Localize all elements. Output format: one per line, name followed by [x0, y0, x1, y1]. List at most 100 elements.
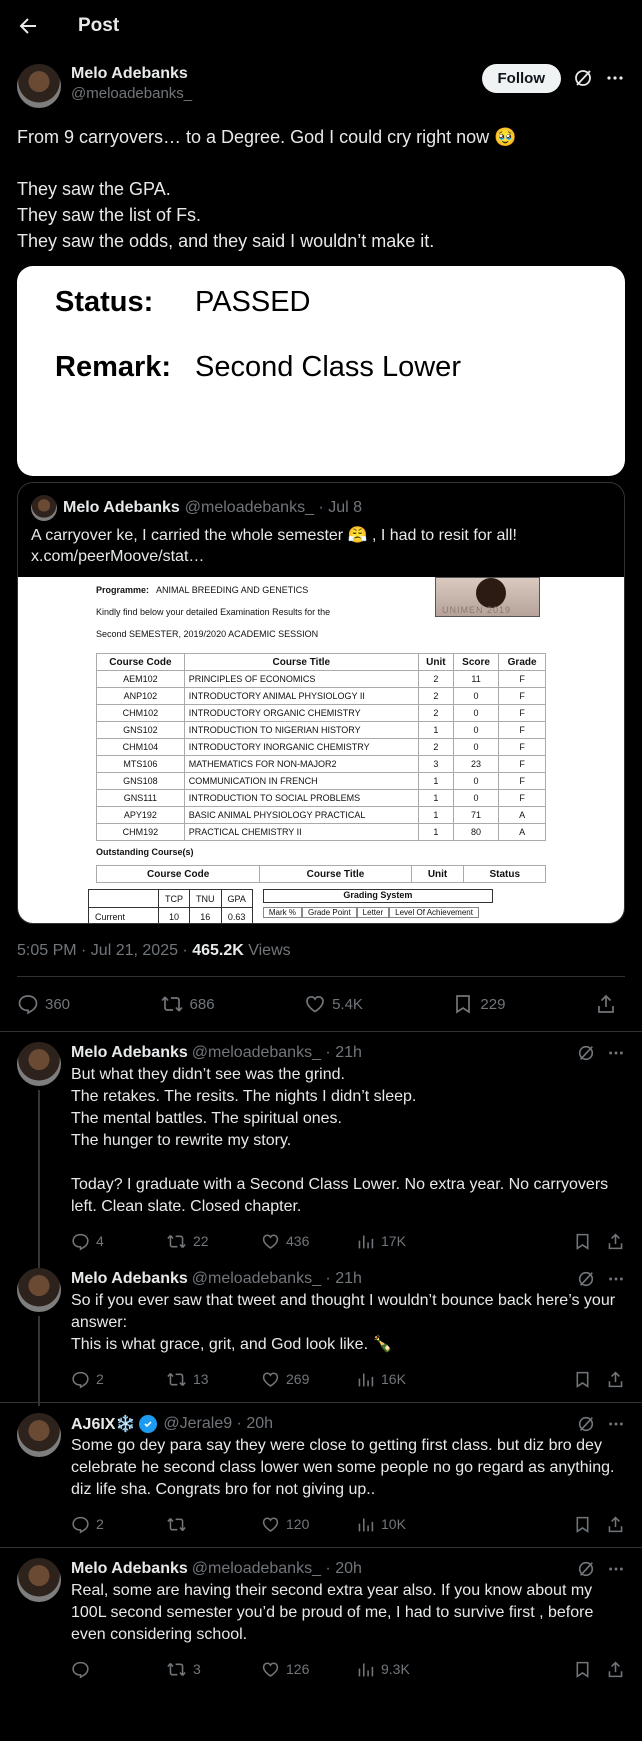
repost-button[interactable]: 13: [166, 1370, 261, 1389]
repost-count: 3: [193, 1661, 201, 1677]
like-count: 269: [286, 1371, 310, 1387]
replies-list: Melo Adebanks @meloadebanks_ · 21h But w…: [0, 1032, 642, 1686]
avatar[interactable]: [17, 1413, 61, 1457]
summary-value: 16: [189, 907, 222, 923]
author-handle[interactable]: @meloadebanks_: [71, 84, 192, 104]
timestamp-text[interactable]: 5:05 PM · Jul 21, 2025 ·: [17, 942, 192, 959]
more-icon[interactable]: [605, 68, 625, 88]
repost-button[interactable]: 3: [166, 1660, 261, 1679]
repost-count: 686: [189, 995, 215, 1013]
post-image[interactable]: Status: PASSED Remark: Second Class Lower: [17, 266, 625, 476]
reply-post[interactable]: Melo Adebanks @meloadebanks_ · 21h So if…: [0, 1258, 642, 1406]
like-icon: [262, 1234, 279, 1249]
like-button[interactable]: 269: [261, 1370, 356, 1389]
reply-author-name[interactable]: Melo Adebanks: [71, 1560, 188, 1578]
reply-meta[interactable]: @meloadebanks_ · 20h: [192, 1560, 362, 1578]
more-icon[interactable]: [607, 1044, 625, 1062]
share-button[interactable]: [595, 993, 623, 1015]
table-cell: 23: [452, 755, 500, 773]
grok-icon[interactable]: [577, 1415, 595, 1433]
grok-icon[interactable]: [577, 1044, 595, 1062]
table-cell: 1: [417, 823, 454, 841]
table-cell: INTRODUCTION TO SOCIAL PROBLEMS: [183, 789, 419, 807]
reply-text: Real, some are having their second extra…: [71, 1582, 594, 1643]
quote-text: A carryover ke, I carried the whole seme…: [31, 527, 517, 565]
table-cell: INTRODUCTION TO NIGERIAN HISTORY: [183, 721, 419, 739]
views-button[interactable]: 10K: [356, 1515, 451, 1534]
results-column-header: Score: [452, 653, 500, 671]
views-icon: [358, 1372, 374, 1386]
views-button[interactable]: 17K: [356, 1232, 451, 1251]
repost-button[interactable]: [166, 1515, 261, 1534]
more-icon[interactable]: [607, 1415, 625, 1433]
programme-label: Programme:: [96, 585, 150, 595]
table-cell: F: [498, 687, 546, 705]
bookmark-icon[interactable]: [573, 1370, 592, 1389]
quoted-post[interactable]: Melo Adebanks @meloadebanks_ · Jul 8 A c…: [17, 482, 625, 924]
back-arrow-icon[interactable]: [16, 14, 40, 38]
reply-button[interactable]: 4: [71, 1232, 166, 1251]
table-row: AEM102 PRINCIPLES OF ECONOMICS 2 11 F: [96, 670, 546, 688]
table-cell: 0: [452, 721, 500, 739]
bookmark-icon[interactable]: [573, 1660, 592, 1679]
repost-button[interactable]: 686: [160, 993, 215, 1015]
reply-icon: [72, 1233, 89, 1251]
views-button[interactable]: 9.3K: [356, 1660, 451, 1679]
reply-icon: [72, 1516, 89, 1534]
reply-post[interactable]: Melo Adebanks @meloadebanks_ · 20h Real,…: [0, 1548, 642, 1686]
reply-button[interactable]: [71, 1660, 166, 1679]
reply-button[interactable]: 2: [71, 1515, 166, 1534]
views-button[interactable]: 16K: [356, 1370, 451, 1389]
more-icon[interactable]: [607, 1560, 625, 1578]
reply-count: 2: [96, 1371, 104, 1387]
reply-post[interactable]: AJ6IX❄️ @Jerale9 · 20h Some go dey para …: [0, 1403, 642, 1541]
author-name[interactable]: Melo Adebanks: [71, 64, 192, 84]
avatar[interactable]: [17, 1558, 61, 1602]
reply-meta[interactable]: @meloadebanks_ · 21h: [192, 1270, 362, 1288]
like-button[interactable]: 126: [261, 1660, 356, 1679]
post-action-bar: 360 686 5.4K 229: [17, 977, 625, 1031]
like-count: 120: [286, 1516, 310, 1532]
table-cell: 0: [452, 687, 500, 705]
post-timestamp: 5:05 PM · Jul 21, 2025 · 465.2K Views: [17, 942, 625, 976]
table-row: CHM192 PRACTICAL CHEMISTRY II 1 80 A: [96, 823, 546, 841]
follow-button[interactable]: Follow: [481, 64, 561, 93]
results-table: Course Code Course Title Unit Score Grade AE…: [96, 653, 546, 841]
bookmark-icon[interactable]: [573, 1515, 592, 1534]
reply-meta[interactable]: @Jerale9 · 20h: [163, 1415, 273, 1433]
like-button[interactable]: 5.4K: [304, 993, 363, 1015]
reply-button[interactable]: 2: [71, 1370, 166, 1389]
reply-author-name[interactable]: Melo Adebanks: [71, 1044, 188, 1062]
more-icon[interactable]: [607, 1270, 625, 1288]
table-row: ANP102 INTRODUCTORY ANIMAL PHYSIOLOGY II 2…: [96, 687, 546, 705]
avatar[interactable]: [17, 1268, 61, 1312]
share-icon[interactable]: [606, 1515, 625, 1534]
avatar[interactable]: [17, 64, 61, 108]
grok-icon[interactable]: [577, 1560, 595, 1578]
grok-icon[interactable]: [573, 68, 593, 88]
bookmark-icon[interactable]: [573, 1232, 592, 1251]
share-icon[interactable]: [606, 1660, 625, 1679]
share-icon[interactable]: [606, 1232, 625, 1251]
reply-button[interactable]: 360: [17, 993, 70, 1015]
table-row: GNS111 INTRODUCTION TO SOCIAL PROBLEMS 1 0 F: [96, 789, 546, 807]
grading-column: Mark %: [262, 907, 302, 918]
like-icon: [262, 1372, 279, 1387]
repost-button[interactable]: 22: [166, 1232, 261, 1251]
repost-count: 22: [193, 1233, 209, 1249]
student-photo: UNIMEN 2019: [435, 577, 540, 617]
bookmark-button[interactable]: 229: [452, 993, 505, 1015]
reply-author-name[interactable]: AJ6IX❄️: [71, 1414, 135, 1434]
grok-icon[interactable]: [577, 1270, 595, 1288]
remark-label: Remark:: [55, 351, 172, 383]
share-icon[interactable]: [606, 1370, 625, 1389]
quote-meta: @meloadebanks_ · Jul 8: [184, 499, 362, 516]
reply-post[interactable]: Melo Adebanks @meloadebanks_ · 21h But w…: [0, 1032, 642, 1268]
reply-author-name[interactable]: Melo Adebanks: [71, 1270, 188, 1288]
reply-meta[interactable]: @meloadebanks_ · 21h: [192, 1044, 362, 1062]
table-cell: 1: [417, 721, 454, 739]
like-button[interactable]: 436: [261, 1232, 356, 1251]
avatar[interactable]: [17, 1042, 61, 1086]
results-column-header: Unit: [417, 653, 454, 671]
like-button[interactable]: 120: [261, 1515, 356, 1534]
